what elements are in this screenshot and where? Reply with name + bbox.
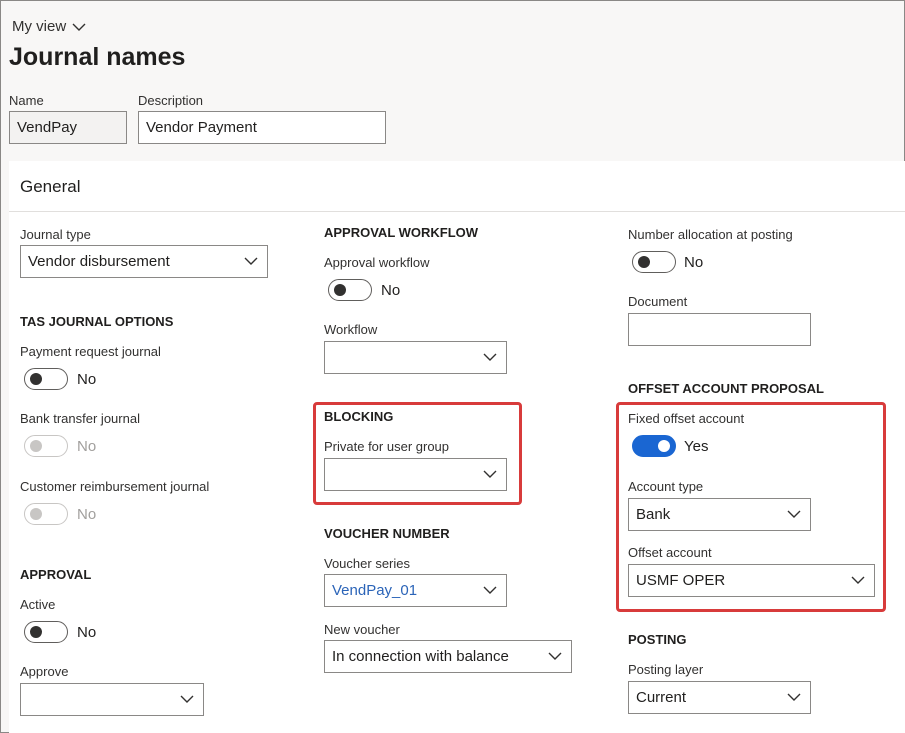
fixed-offset-label: Fixed offset account <box>628 411 745 426</box>
voucher-number-heading: VOUCHER NUMBER <box>324 526 450 541</box>
active-label: Active <box>20 597 56 612</box>
fixed-offset-value: Yes <box>684 438 709 455</box>
approval-workflow-value: No <box>381 282 401 299</box>
my-view-label: My view <box>12 18 67 35</box>
offset-account-select[interactable]: USMF OPER <box>628 564 875 597</box>
number-allocation-value: No <box>684 254 704 271</box>
workflow-label: Workflow <box>324 322 378 337</box>
approval-heading: APPROVAL <box>20 567 92 582</box>
my-view-menu[interactable]: My view <box>12 18 86 35</box>
approval-workflow-toggle[interactable] <box>328 279 372 301</box>
account-type-label: Account type <box>628 479 704 494</box>
new-voucher-select[interactable]: In connection with balance <box>324 640 572 673</box>
description-label: Description <box>138 93 204 108</box>
divider <box>9 211 905 212</box>
fixed-offset-toggle[interactable] <box>632 435 676 457</box>
chevron-down-icon <box>787 510 801 518</box>
workflow-select[interactable] <box>324 341 507 374</box>
chevron-down-icon <box>483 586 497 594</box>
account-type-value: Bank <box>636 506 671 523</box>
journal-type-select[interactable]: Vendor disbursement <box>20 245 268 278</box>
new-voucher-label: New voucher <box>324 622 400 637</box>
document-field[interactable] <box>628 313 811 346</box>
page-title: Journal names <box>9 43 186 71</box>
voucher-series-value[interactable]: VendPay_01 <box>332 582 417 599</box>
customer-reimbursement-toggle <box>24 503 68 525</box>
voucher-series-label: Voucher series <box>324 556 410 571</box>
name-label: Name <box>9 93 44 108</box>
tas-journal-options-heading: TAS JOURNAL OPTIONS <box>20 314 174 329</box>
chevron-down-icon <box>787 693 801 701</box>
description-value: Vendor Payment <box>146 119 257 136</box>
chevron-down-icon <box>244 257 258 265</box>
document-label: Document <box>628 294 688 309</box>
chevron-down-icon <box>180 695 194 703</box>
posting-layer-select[interactable]: Current <box>628 681 811 714</box>
active-toggle[interactable] <box>24 621 68 643</box>
offset-account-value: USMF OPER <box>636 572 726 589</box>
approve-select[interactable] <box>20 683 204 716</box>
general-section-header[interactable]: General <box>20 177 80 197</box>
private-user-group-select[interactable] <box>324 458 507 491</box>
number-allocation-label: Number allocation at posting <box>628 227 793 242</box>
chevron-down-icon <box>851 576 865 584</box>
chevron-down-icon <box>483 470 497 478</box>
name-field[interactable]: VendPay <box>9 111 127 144</box>
offset-account-label: Offset account <box>628 545 712 560</box>
bank-transfer-value: No <box>77 438 97 455</box>
payment-request-label: Payment request journal <box>20 344 161 359</box>
private-user-group-label: Private for user group <box>324 439 450 454</box>
active-value: No <box>77 624 97 641</box>
bank-transfer-toggle <box>24 435 68 457</box>
posting-layer-value: Current <box>636 689 687 706</box>
name-value: VendPay <box>17 119 78 136</box>
chevron-down-icon <box>72 23 86 31</box>
approve-label: Approve <box>20 664 69 679</box>
posting-layer-label: Posting layer <box>628 662 704 677</box>
description-field[interactable]: Vendor Payment <box>138 111 386 144</box>
journal-type-label: Journal type <box>20 227 91 242</box>
approval-workflow-heading: APPROVAL WORKFLOW <box>324 225 479 240</box>
account-type-select[interactable]: Bank <box>628 498 811 531</box>
chevron-down-icon <box>483 353 497 361</box>
approval-workflow-label: Approval workflow <box>324 255 430 270</box>
bank-transfer-label: Bank transfer journal <box>20 411 140 426</box>
number-allocation-toggle[interactable] <box>632 251 676 273</box>
voucher-series-select[interactable]: VendPay_01 <box>324 574 507 607</box>
new-voucher-value: In connection with balance <box>332 648 509 665</box>
journal-type-value: Vendor disbursement <box>28 253 170 270</box>
chevron-down-icon <box>548 652 562 660</box>
posting-heading: POSTING <box>628 632 687 647</box>
offset-account-proposal-heading: OFFSET ACCOUNT PROPOSAL <box>628 381 824 396</box>
customer-reimbursement-label: Customer reimbursement journal <box>20 479 210 494</box>
blocking-heading: BLOCKING <box>324 409 394 424</box>
payment-request-toggle[interactable] <box>24 368 68 390</box>
customer-reimbursement-value: No <box>77 506 97 523</box>
payment-request-value: No <box>77 371 97 388</box>
